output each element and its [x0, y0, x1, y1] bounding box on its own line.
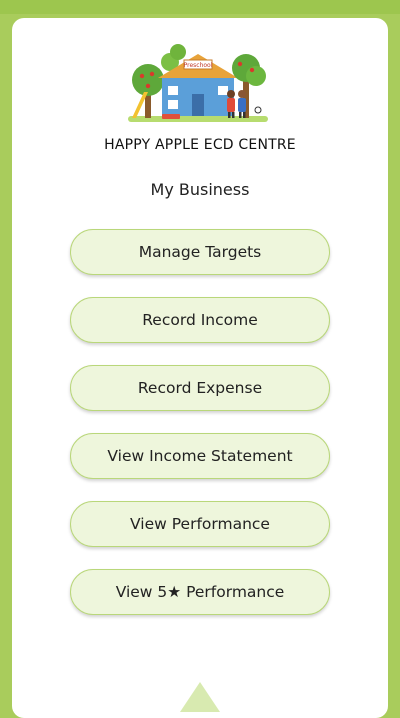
- preschool-logo: Preschool: [118, 36, 278, 128]
- record-income-button[interactable]: Record Income: [70, 297, 330, 343]
- school-name: HAPPY APPLE ECD CENTRE: [104, 137, 296, 153]
- view-5star-performance-button[interactable]: View 5★ Performance: [70, 569, 330, 615]
- page-title: My Business: [150, 180, 250, 199]
- view-income-statement-button[interactable]: View Income Statement: [70, 433, 330, 479]
- top-status-strip: [0, 0, 400, 14]
- preschool-logo-illustration: Preschool: [128, 44, 268, 122]
- manage-targets-button[interactable]: Manage Targets: [70, 229, 330, 275]
- view-performance-button[interactable]: View Performance: [70, 501, 330, 547]
- logo-sign-text: Preschool: [184, 62, 213, 69]
- record-expense-button[interactable]: Record Expense: [70, 365, 330, 411]
